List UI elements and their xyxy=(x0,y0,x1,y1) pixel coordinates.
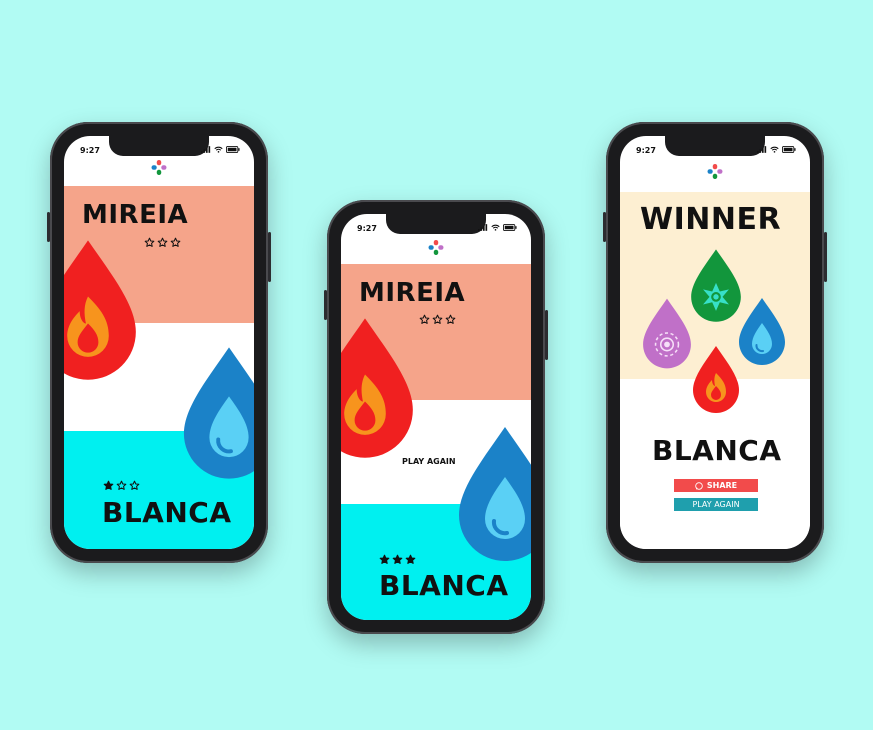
flower-drop-icon xyxy=(641,295,693,371)
whatsapp-icon xyxy=(695,482,703,490)
winner-name: BLANCA xyxy=(652,434,782,467)
signal-icon xyxy=(757,146,767,153)
status-time: 9:27 xyxy=(357,224,377,233)
bottom-player-stars xyxy=(379,554,416,565)
star-empty-icon xyxy=(116,480,127,491)
star-full-icon xyxy=(392,554,403,565)
fire-drop-icon xyxy=(64,234,140,384)
signal-icon xyxy=(478,224,488,231)
water-drop-icon xyxy=(455,420,531,566)
star-full-icon xyxy=(379,554,390,565)
phone-right-screen: 9:27 WINNER BLANCA SHARE PLAY AGAIN xyxy=(620,136,810,549)
play-again-button[interactable]: PLAY AGAIN xyxy=(674,498,758,511)
battery-icon xyxy=(503,224,517,231)
status-time: 9:27 xyxy=(80,146,100,155)
phone-middle: 9:27 MIREIA PLAY AGAIN BLANCA xyxy=(324,200,548,634)
fire-drop-icon xyxy=(341,312,417,462)
status-time: 9:27 xyxy=(636,146,656,155)
wifi-icon xyxy=(770,146,779,153)
bottom-player-name: BLANCA xyxy=(102,496,232,529)
wifi-icon xyxy=(491,224,500,231)
wifi-icon xyxy=(214,146,223,153)
top-player-stars xyxy=(419,314,456,325)
phone-left: 9:27 MIREIA BLANCA xyxy=(47,122,271,563)
phone-right: 9:27 WINNER BLANCA SHARE PLAY AGAIN xyxy=(603,122,827,563)
notch xyxy=(109,136,209,156)
play-again-link[interactable]: PLAY AGAIN xyxy=(402,457,456,466)
star-empty-icon xyxy=(419,314,430,325)
app-logo-icon xyxy=(152,160,167,175)
star-full-icon xyxy=(103,480,114,491)
phone-left-screen: 9:27 MIREIA BLANCA xyxy=(64,136,254,549)
bottom-player-stars xyxy=(103,480,140,491)
top-player-name: MIREIA xyxy=(359,278,466,308)
water-drop-icon xyxy=(180,341,254,483)
winner-title: WINNER xyxy=(640,202,782,237)
star-empty-icon xyxy=(170,237,181,248)
status-icons xyxy=(478,224,517,231)
bottom-player-name: BLANCA xyxy=(379,569,509,602)
notch xyxy=(665,136,765,156)
leaf-drop-icon xyxy=(689,247,743,323)
play-again-button-label: PLAY AGAIN xyxy=(692,500,740,509)
status-icons xyxy=(201,146,240,153)
star-empty-icon xyxy=(445,314,456,325)
battery-icon xyxy=(782,146,796,153)
status-icons xyxy=(757,146,796,153)
top-player-stars xyxy=(144,237,181,248)
star-full-icon xyxy=(405,554,416,565)
phone-middle-screen: 9:27 MIREIA PLAY AGAIN BLANCA xyxy=(341,214,531,620)
water-drop-icon xyxy=(737,294,787,368)
star-empty-icon xyxy=(144,237,155,248)
signal-icon xyxy=(201,146,211,153)
app-logo-icon xyxy=(708,164,723,179)
app-logo-icon xyxy=(429,240,444,255)
star-empty-icon xyxy=(129,480,140,491)
share-button[interactable]: SHARE xyxy=(674,479,758,492)
top-player-name: MIREIA xyxy=(82,200,189,230)
battery-icon xyxy=(226,146,240,153)
notch xyxy=(386,214,486,234)
star-empty-icon xyxy=(157,237,168,248)
share-button-label: SHARE xyxy=(706,481,738,490)
star-empty-icon xyxy=(432,314,443,325)
fire-drop-icon xyxy=(691,342,741,416)
